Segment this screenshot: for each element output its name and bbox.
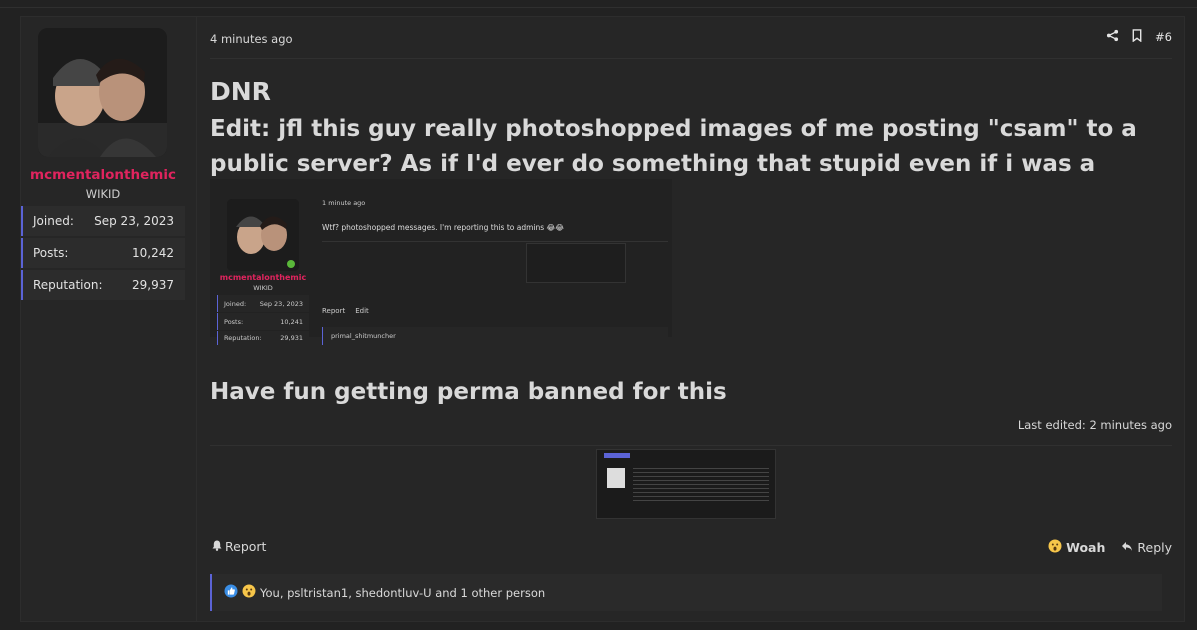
divider [210, 445, 1172, 446]
stat-label: Reputation: [33, 278, 103, 292]
woah-reaction-icon [242, 584, 256, 601]
stat-label: Joined: [33, 214, 74, 228]
stat-label: Joined: [224, 299, 247, 308]
embedded-screenshot: mcmentalonthemic WIKID Joined: Sep 23, 20… [210, 179, 672, 345]
post-heading: DNR [210, 77, 271, 106]
screenshot-badge [604, 453, 630, 458]
last-edited: Last edited: 2 minutes ago [1017, 418, 1172, 432]
stat-posts: Posts: 10,242 [21, 238, 185, 268]
avatar[interactable] [38, 28, 167, 157]
embed-username: mcmentalonthemic [219, 273, 307, 282]
embed-time: 1 minute ago [322, 199, 366, 207]
report-button[interactable]: Report [212, 539, 266, 554]
embed-report: Report [322, 307, 346, 315]
woah-label: Woah [1066, 540, 1106, 555]
stat-label: Posts: [224, 317, 244, 326]
screenshot-text-lines [633, 468, 769, 504]
woah-button[interactable]: Woah [1048, 539, 1105, 556]
embed-edit: Edit [355, 307, 369, 315]
stat-value: 10,242 [132, 246, 174, 260]
stat-value: 29,937 [132, 278, 174, 292]
embed-user-title: WIKID [253, 284, 273, 292]
like-reaction-icon [224, 584, 238, 601]
divider [210, 58, 1172, 59]
post-main: 4 minutes ago #6 DNR Edit: jfl this guy … [198, 17, 1184, 621]
reactions-text[interactable]: You, psltristan1, shedontluv-U and 1 oth… [260, 586, 545, 600]
stat-value: Sep 23, 2023 [94, 214, 174, 228]
embed-reaction-user: primal_shitmuncher [331, 332, 396, 340]
user-pane: mcmentalonthemic WIKID Joined: Sep 23, 2… [21, 17, 197, 621]
post-time[interactable]: 4 minutes ago [210, 32, 293, 46]
reply-icon [1121, 540, 1133, 555]
embed-reaction-bar: primal_shitmuncher [322, 327, 668, 345]
embed-stat-posts: Posts: 10,241 [217, 313, 309, 330]
share-icon[interactable] [1106, 29, 1119, 45]
embed-inner-image [526, 243, 626, 283]
embed-actions: Report Edit [322, 307, 369, 315]
attached-screenshot[interactable] [596, 449, 776, 519]
bell-icon [212, 539, 222, 554]
embed-text: Wtf? photoshopped messages. I'm reportin… [322, 223, 565, 232]
stat-label: Reputation: [224, 334, 262, 342]
post-followup: Have fun getting perma banned for this [210, 379, 727, 405]
embed-stat-joined: Joined: Sep 23, 2023 [217, 295, 309, 312]
stat-value: 10,241 [280, 317, 303, 326]
stat-joined: Joined: Sep 23, 2023 [21, 206, 185, 236]
embed-stat-reputation: Reputation: 29,931 [217, 331, 309, 345]
woah-emoji-icon [1048, 539, 1062, 556]
stat-label: Posts: [33, 246, 69, 260]
reply-button[interactable]: Reply [1121, 540, 1172, 555]
user-title: WIKID [85, 187, 121, 201]
embed-divider [322, 241, 668, 242]
reactions-bar[interactable]: You, psltristan1, shedontluv-U and 1 oth… [210, 574, 1162, 611]
stat-value: Sep 23, 2023 [259, 299, 303, 308]
reply-label: Reply [1137, 540, 1172, 555]
username[interactable]: mcmentalonthemic [21, 167, 185, 183]
stat-value: 29,931 [280, 334, 303, 342]
reaction-actions: Woah Reply [1048, 539, 1172, 556]
embed-avatar [227, 199, 299, 271]
forum-post: mcmentalonthemic WIKID Joined: Sep 23, 2… [20, 16, 1185, 622]
post-number[interactable]: #6 [1155, 30, 1172, 44]
screenshot-avatar [607, 468, 625, 488]
post-actions: #6 [1106, 29, 1172, 45]
stat-reputation: Reputation: 29,937 [21, 270, 185, 300]
report-label: Report [225, 539, 267, 554]
top-divider [0, 0, 1197, 8]
bookmark-icon[interactable] [1131, 29, 1143, 45]
